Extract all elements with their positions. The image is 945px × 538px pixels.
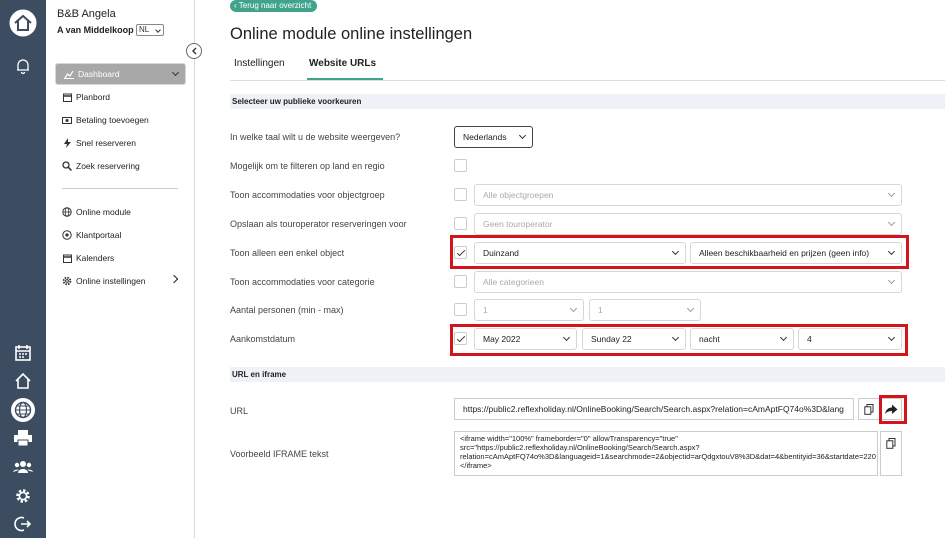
copy-iframe-button[interactable] xyxy=(880,431,902,476)
gear-icon xyxy=(62,276,72,286)
tab-instellingen[interactable]: Instellingen xyxy=(234,58,285,69)
user-name: A van Middelkoop xyxy=(57,25,134,35)
label-language: In welke taal wilt u de website weergeve… xyxy=(230,132,401,142)
icon-rail xyxy=(0,0,46,538)
search-icon xyxy=(62,161,72,171)
copy-url-button[interactable] xyxy=(858,398,880,420)
main-content: ‹ Terug naar overzicht Online module onl… xyxy=(196,0,945,538)
label-persons: Aantal personen (min - max) xyxy=(230,305,344,315)
filter-checkbox[interactable] xyxy=(454,159,467,172)
language-select[interactable]: NL xyxy=(136,24,164,36)
org-name: B&B Angela xyxy=(57,8,116,20)
sidebar-item-label: Planbord xyxy=(76,92,111,102)
sidebar-item-betaling[interactable]: Betaling toevoegen xyxy=(55,109,186,131)
page-title: Online module online instellingen xyxy=(230,25,473,43)
category-dropdown[interactable]: Alle categorieen xyxy=(474,271,902,293)
money-icon xyxy=(62,115,72,125)
sidebar-item-planbord[interactable]: Planbord xyxy=(55,86,186,108)
sidebar-item-label: Dashboard xyxy=(78,69,120,79)
back-to-overview-button[interactable]: ‹ Terug naar overzicht xyxy=(230,0,318,12)
persons-min-dropdown[interactable]: 1 xyxy=(474,299,584,321)
portal-icon xyxy=(62,230,72,240)
chart-icon xyxy=(64,69,74,79)
tab-divider xyxy=(230,80,945,81)
calendar-icon xyxy=(62,253,72,263)
gear-icon[interactable] xyxy=(0,484,46,508)
iframe-line: <iframe width="100%" frameborder="0" all… xyxy=(460,434,678,443)
sidebar-item-label: Zoek reservering xyxy=(76,161,140,171)
bolt-icon xyxy=(62,138,72,148)
touroperator-dropdown[interactable]: Geen touroperator xyxy=(474,213,902,235)
sidebar-item-label: Online module xyxy=(76,207,131,217)
highlight-box xyxy=(450,235,909,269)
objectgroup-checkbox[interactable] xyxy=(454,188,467,201)
section-header-url: URL en iframe xyxy=(230,367,945,382)
persons-checkbox[interactable] xyxy=(454,303,467,316)
chevron-right-icon xyxy=(169,274,179,284)
iframe-line: src="https://public2.reflexholiday.nl/On… xyxy=(460,443,700,452)
collapse-sidebar-button[interactable] xyxy=(186,43,202,59)
sidebar-item-kalenders[interactable]: Kalenders xyxy=(55,247,186,269)
print-icon[interactable] xyxy=(0,426,46,450)
url-field[interactable]: https://public2.reflexholiday.nl/OnlineB… xyxy=(454,398,854,420)
sidebar-item-label: Kalenders xyxy=(76,253,115,263)
iframe-code-field[interactable]: <iframe width="100%" frameborder="0" all… xyxy=(454,431,878,476)
label-touroperator: Opslaan als touroperator reserveringen v… xyxy=(230,219,407,229)
copy-icon xyxy=(886,438,896,449)
house-icon[interactable] xyxy=(0,369,46,393)
touroperator-checkbox[interactable] xyxy=(454,217,467,230)
label-url: URL xyxy=(230,406,249,416)
back-label: Terug naar overzicht xyxy=(238,1,312,10)
sidebar-item-label: Online instellingen xyxy=(76,276,146,286)
label-objectgroup: Toon accommodaties voor objectgroep xyxy=(230,190,385,200)
sidebar-item-online-module[interactable]: Online module xyxy=(55,201,186,223)
sidebar-divider xyxy=(62,188,178,189)
highlight-box xyxy=(879,395,907,424)
sidebar-item-online-instellingen[interactable]: Online instellingen xyxy=(55,270,186,292)
label-filter: Mogelijk om te filteren op land en regio xyxy=(230,161,385,171)
chevron-left-icon xyxy=(191,47,196,55)
calendar-icon xyxy=(62,92,72,102)
active-tab-indicator xyxy=(307,78,383,80)
logout-icon[interactable] xyxy=(0,512,46,536)
section-header-prefs: Selecteer uw publieke voorkeuren xyxy=(230,94,945,109)
copy-icon xyxy=(864,403,874,415)
tab-website-urls[interactable]: Website URLs xyxy=(309,58,376,69)
sidebar-item-label: Betaling toevoegen xyxy=(76,115,149,125)
sidebar-item-zoek-reservering[interactable]: Zoek reservering xyxy=(55,155,186,177)
sidebar: B&B Angela A van Middelkoop NL Dashboard… xyxy=(46,0,195,538)
globe-icon xyxy=(62,207,72,217)
home-icon[interactable] xyxy=(0,6,46,40)
language-dropdown[interactable]: Nederlands xyxy=(454,126,533,148)
persons-max-dropdown[interactable]: 1 xyxy=(589,299,701,321)
objectgroup-dropdown[interactable]: Alle objectgroepen xyxy=(474,184,902,206)
sidebar-item-dashboard[interactable]: Dashboard xyxy=(55,63,186,85)
users-icon[interactable] xyxy=(0,455,46,479)
bell-icon[interactable] xyxy=(0,54,46,78)
highlight-box xyxy=(450,324,908,356)
iframe-line: relation=cAmAptFQ74o%3D&languageid=1&sea… xyxy=(460,452,876,461)
sidebar-item-label: Snel reserveren xyxy=(76,138,137,148)
sidebar-item-klantportaal[interactable]: Klantportaal xyxy=(55,224,186,246)
calendar-icon[interactable] xyxy=(0,341,46,365)
sidebar-item-snel-reserveren[interactable]: Snel reserveren xyxy=(55,132,186,154)
label-single-object: Toon alleen een enkel object xyxy=(230,248,345,258)
category-checkbox[interactable] xyxy=(454,275,467,288)
label-category: Toon accommodaties voor categorie xyxy=(230,277,375,287)
label-arrival: Aankomstdatum xyxy=(230,334,296,344)
globe-icon[interactable] xyxy=(11,398,35,422)
sidebar-item-label: Klantportaal xyxy=(76,230,122,240)
iframe-line: </iframe> xyxy=(460,461,492,470)
label-iframe: Voorbeeld IFRAME tekst xyxy=(230,449,329,459)
